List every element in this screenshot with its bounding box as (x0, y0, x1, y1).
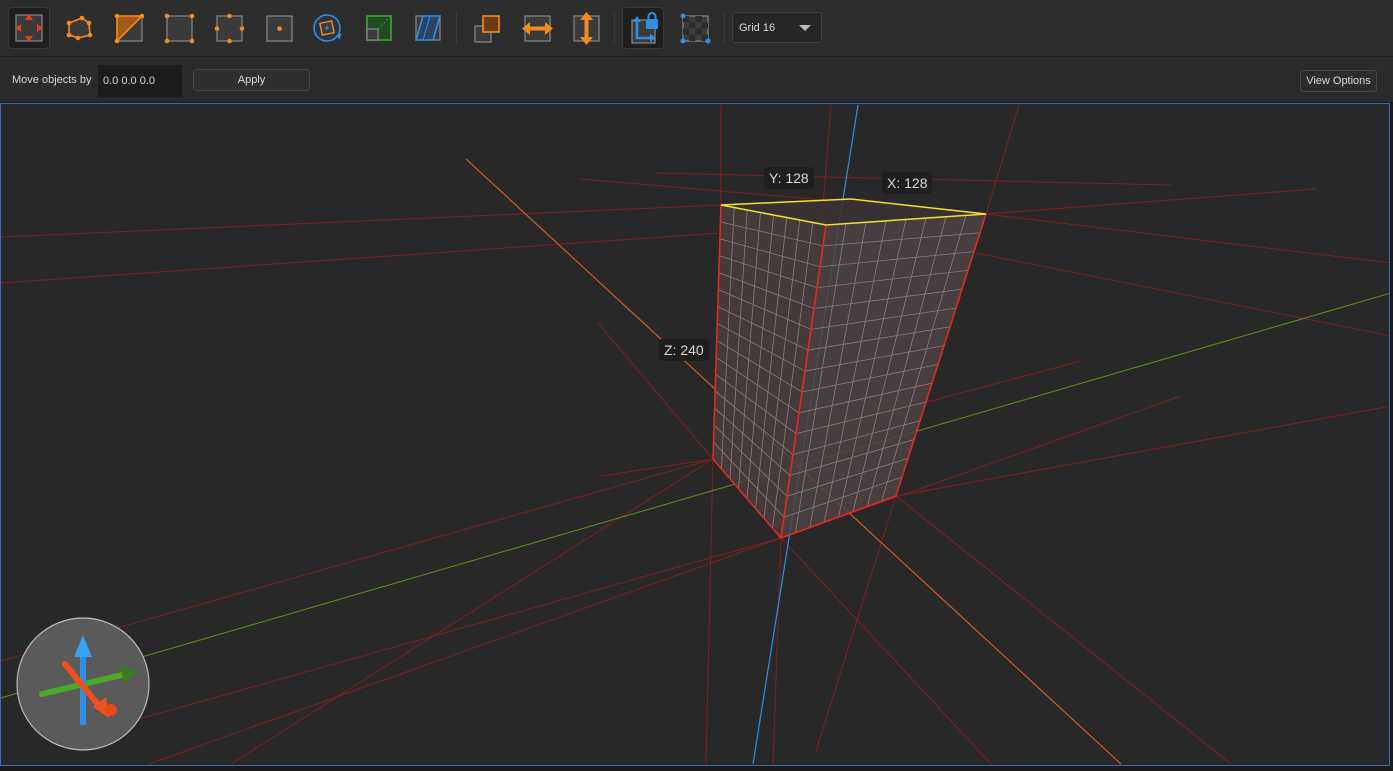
toolbar-separator (724, 12, 725, 44)
lock-axis-tool[interactable] (622, 7, 664, 49)
select-center-tool[interactable] (257, 7, 299, 49)
guide-line (895, 495, 1232, 765)
guide-line (1, 232, 722, 284)
guide-line (815, 495, 897, 752)
scale-icon (366, 15, 392, 41)
orientation-gizmo[interactable] (16, 617, 150, 751)
texture-lock-tool[interactable] (673, 7, 715, 49)
select-objects-tool[interactable] (8, 7, 50, 49)
guide-line (985, 188, 1317, 215)
scene-canvas (1, 104, 1389, 765)
guide-line (1, 204, 722, 238)
guide-lines (1, 104, 1389, 765)
guide-line (600, 458, 714, 477)
dimension-label-z: Z: 240 (659, 339, 709, 361)
select-edges-tool[interactable] (207, 7, 249, 49)
center-point-icon (266, 15, 293, 42)
toolbar-separator (614, 12, 615, 44)
toolbar-separator (456, 12, 457, 44)
grid-size-select[interactable]: Grid 16 (732, 12, 822, 43)
chevron-down-icon (799, 25, 811, 31)
guide-line (985, 213, 1389, 264)
skew-tool[interactable] (405, 7, 447, 49)
guide-line (772, 537, 782, 765)
3d-viewport[interactable]: Y: 128 X: 128 Z: 240 (0, 103, 1390, 766)
select-faces-tool[interactable] (107, 7, 149, 49)
checker-texture-icon (680, 13, 711, 44)
duplicate-icon (474, 15, 500, 43)
flip-vertical-icon (573, 12, 600, 45)
triangle-face-icon (114, 13, 145, 44)
select-polygon-tool[interactable] (58, 7, 100, 49)
apply-button[interactable]: Apply (193, 69, 310, 91)
dimension-label-x: X: 128 (882, 172, 933, 194)
view-options-button[interactable]: View Options (1300, 70, 1377, 92)
guide-line (985, 104, 1020, 215)
vertices-icon (164, 13, 195, 44)
polygon-select-icon (66, 15, 93, 41)
move-arrows-icon (15, 14, 43, 42)
guide-line (60, 537, 782, 742)
move-offset-input[interactable] (98, 65, 182, 97)
flip-vertical-tool[interactable] (564, 7, 606, 49)
guide-line (895, 405, 1389, 497)
rotate-icon (313, 14, 342, 42)
duplicate-tool[interactable] (465, 7, 507, 49)
rotate-tool[interactable] (306, 7, 348, 49)
grid-size-value: Grid 16 (739, 21, 776, 34)
gizmo-x-tip (105, 704, 117, 716)
axis-lock-icon (631, 12, 658, 44)
guide-line (975, 252, 1389, 337)
guide-line (705, 458, 714, 765)
edges-icon (214, 13, 245, 44)
guide-line (148, 537, 782, 765)
flip-horizontal-icon (522, 15, 553, 42)
flip-horizontal-tool[interactable] (515, 7, 557, 49)
dimension-label-y: Y: 128 (764, 167, 814, 189)
move-objects-label: Move objects by (12, 74, 92, 86)
main-toolbar: Grid 16 (0, 0, 1393, 57)
guide-line (780, 537, 992, 765)
skew-icon (414, 15, 442, 41)
guide-line (230, 458, 714, 765)
select-vertices-tool[interactable] (157, 7, 199, 49)
scale-tool[interactable] (356, 7, 398, 49)
